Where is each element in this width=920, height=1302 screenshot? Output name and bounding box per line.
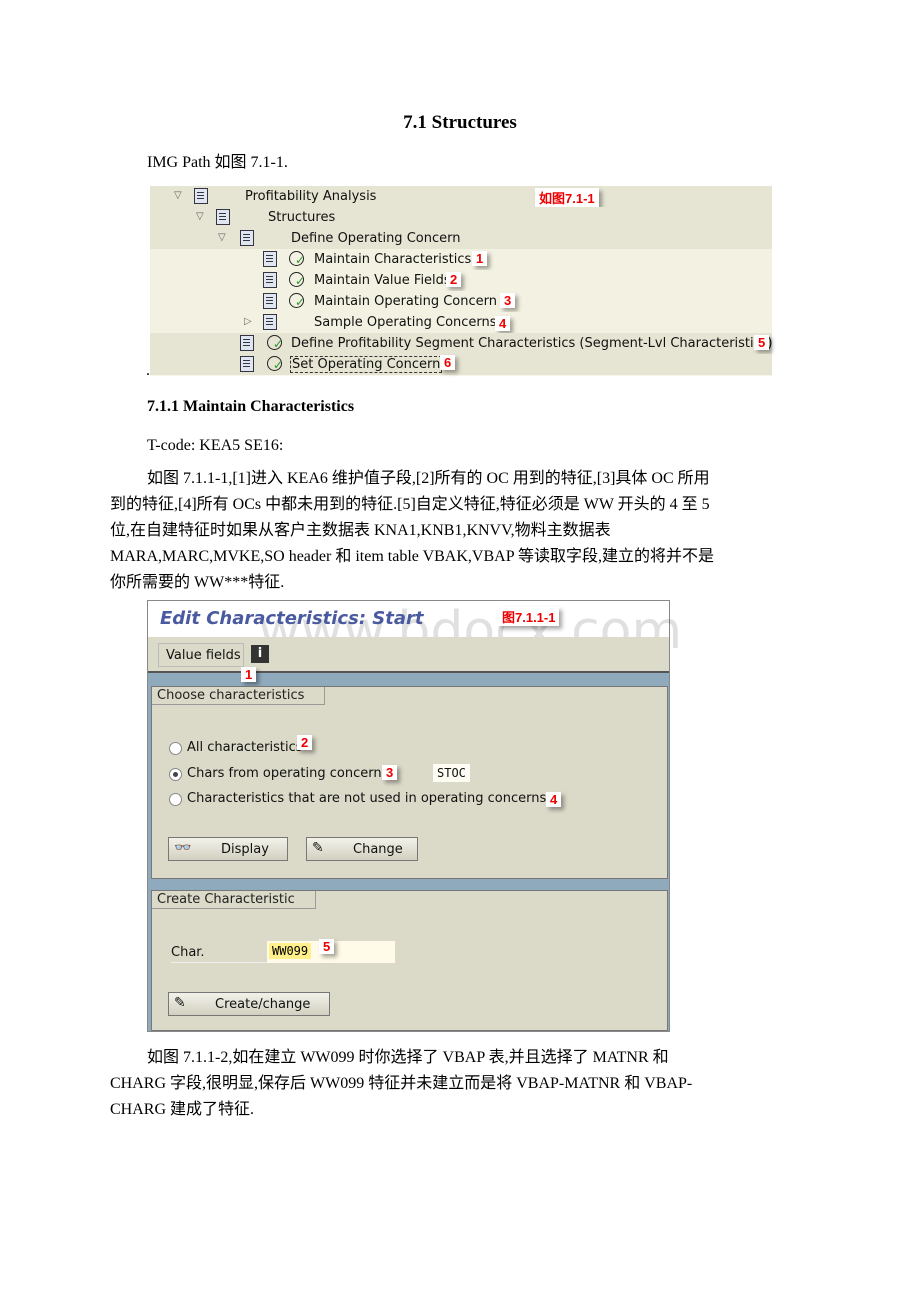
document-icon [263,293,277,309]
sap-edit-characteristics-figure: www.bdocx.com Edit Characteristics: Star… [147,600,682,1032]
tree-row[interactable]: Define Profitability Segment Characteris… [150,333,773,355]
change-button[interactable]: ✎ Change [306,837,418,861]
execute-clock-icon [289,272,305,288]
execute-clock-icon [289,251,305,267]
tree-row[interactable]: ▷ Sample Operating Concerns 4 [150,312,772,334]
tcode-text: T-code: KEA5 SE16: [147,437,284,454]
radio-not-used-characteristics[interactable] [169,793,182,806]
document-icon [240,230,254,246]
radio-chars-from-operating-concern[interactable] [169,768,182,781]
pencil-icon: ✎ [312,840,324,856]
tree-row[interactable]: Maintain Characteristics 1 [150,249,772,271]
tree-row[interactable]: ▽ Profitability Analysis 如图7.1-1 [150,186,772,208]
create-change-button[interactable]: ✎ Create/change [168,992,330,1016]
info-icon[interactable]: i [251,645,269,663]
document-icon [240,335,254,351]
figure-caption: 图7.1.1-1 [498,607,560,626]
paragraph-1: 如图 7.1.1-1,[1]进入 KEA6 维护值子段,[2]所有的 OC 用到… [110,470,714,591]
value-fields-button[interactable]: Value fields [158,643,244,667]
subsection-title: 7.1.1 Maintain Characteristics [147,398,355,415]
tree-row[interactable]: Maintain Operating Concern 3 [150,291,772,313]
tree-row[interactable]: ▽ Structures [150,207,772,229]
tree-row[interactable]: Set Operating Concern 6 [150,354,772,376]
tree-row[interactable]: Maintain Value Fields 2 [150,270,772,292]
display-button[interactable]: 👓 Display [168,837,288,861]
document-icon [216,209,230,225]
img-path-text: IMG Path 如图 7.1-1. [147,154,288,171]
document-icon [263,272,277,288]
glasses-icon: 👓 [174,840,192,856]
radio-all-characteristics[interactable] [169,742,182,755]
img-tree-figure: ▽ Profitability Analysis 如图7.1-1 ▽ Struc… [150,186,773,376]
figure-caption: 如图7.1-1 [535,188,599,207]
choose-characteristics-group: Choose characteristics All characteristi… [151,686,668,879]
create-characteristic-group: Create Characteristic Char. WW099 5 ✎ Cre… [151,890,668,1031]
document-icon [240,356,254,372]
document-icon [263,251,277,267]
document-icon [194,188,208,204]
document-icon [263,314,277,330]
execute-clock-icon [267,356,283,372]
screen-title: Edit Characteristics: Start [160,608,424,629]
toolbar: Value fields i 1 [148,637,669,682]
char-label: Char. [171,945,267,963]
tree-row[interactable]: ▽ Define Operating Concern [150,228,772,250]
stray-dot: . [146,362,150,379]
document-page: 7.1 Structures IMG Path 如图 7.1-1. ▽ Prof… [0,0,920,1302]
execute-clock-icon [289,293,305,309]
execute-clock-icon [267,335,283,351]
pencil-icon: ✎ [174,995,186,1011]
paragraph-2: 如图 7.1.1-2,如在建立 WW099 时你选择了 VBAP 表,并且选择了… [110,1049,693,1118]
section-heading: 7.1 Structures [403,112,517,133]
operating-concern-field[interactable]: STOC [433,764,470,782]
